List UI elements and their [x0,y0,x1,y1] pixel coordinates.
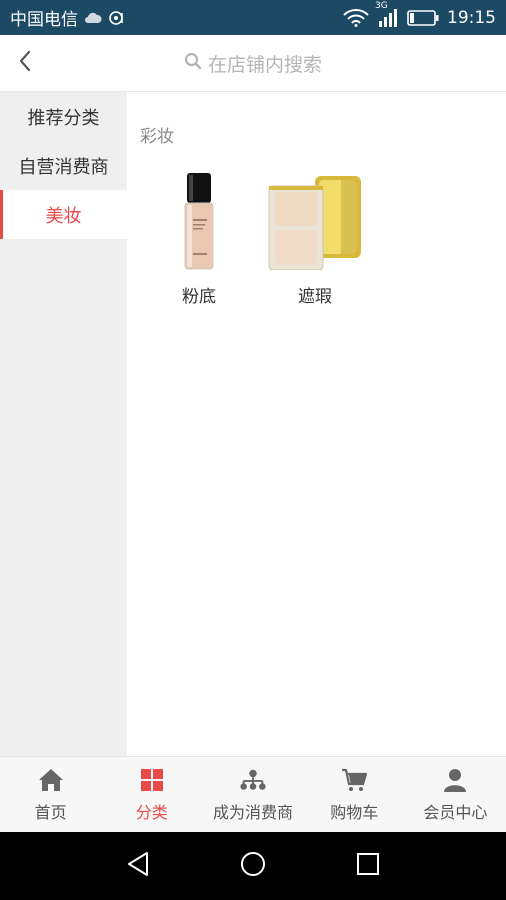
concealer-compact-image [265,172,365,272]
product-name: 遮瑕 [298,287,332,307]
search-placeholder: 在店铺内搜索 [207,53,322,76]
tab-label: 首页 [34,802,67,822]
tab-category[interactable]: 分类 [101,757,202,832]
sidebar-item-label: 美妆 [45,205,82,227]
sidebar-item-recommended[interactable]: 推荐分类 [0,92,127,141]
tab-label: 会员中心 [423,802,488,822]
chevron-left-icon [18,50,32,76]
nav-recents-button[interactable] [338,836,398,896]
tab-cart[interactable]: 购物车 [304,757,405,832]
grid-icon [138,767,166,793]
section-title: 彩妆 [140,127,174,147]
wifi-icon [343,8,369,27]
nav-back-button[interactable] [108,836,168,896]
sidebar-item-beauty[interactable]: 美妆 [0,190,127,239]
back-button[interactable] [0,35,50,92]
network-icon [239,767,267,793]
tab-label: 分类 [135,802,168,822]
tab-label: 购物车 [330,802,379,822]
category-content: 彩妆 粉底 遮瑕 [127,92,506,756]
search-icon [184,52,202,75]
home-icon [37,767,65,793]
sidebar-item-label: 推荐分类 [27,107,100,129]
tab-label: 成为消费商 [213,802,294,822]
product-foundation[interactable]: 粉底 [139,172,259,307]
hotspot-icon [108,9,126,27]
tab-become-consumer[interactable]: 成为消费商 [202,757,303,832]
cloud-icon [84,12,102,24]
header: 在店铺内搜索 [0,35,506,92]
tab-member-center[interactable]: 会员中心 [405,757,506,832]
square-recents-icon [356,852,380,880]
network-type-label: 3G [375,0,388,11]
triangle-back-icon [126,851,150,881]
bottom-tabbar: 首页 分类 成为消费商 购物车 会员中心 [0,756,506,832]
system-nav-bar [0,832,506,900]
sidebar-item-self-operated[interactable]: 自营消费商 [0,141,127,190]
signal-icon: 3G [375,1,399,27]
nav-home-button[interactable] [223,836,283,896]
user-icon [441,767,469,793]
carrier-label: 中国电信 [10,10,78,30]
battery-icon [407,9,439,26]
product-name: 粉底 [182,287,216,307]
status-right: 3G 19:15 [343,1,496,28]
status-left: 中国电信 [10,5,126,30]
sidebar-item-label: 自营消费商 [18,156,109,178]
clock-label: 19:15 [447,7,496,28]
circle-home-icon [240,851,266,881]
foundation-bottle-image [149,172,249,272]
search-input[interactable]: 在店铺内搜索 [50,50,506,77]
product-concealer[interactable]: 遮瑕 [255,172,375,307]
category-sidebar: 推荐分类 自营消费商 美妆 [0,92,127,756]
tab-home[interactable]: 首页 [0,757,101,832]
cart-icon [340,767,368,793]
status-bar: 中国电信 3G 19:15 [0,0,506,35]
